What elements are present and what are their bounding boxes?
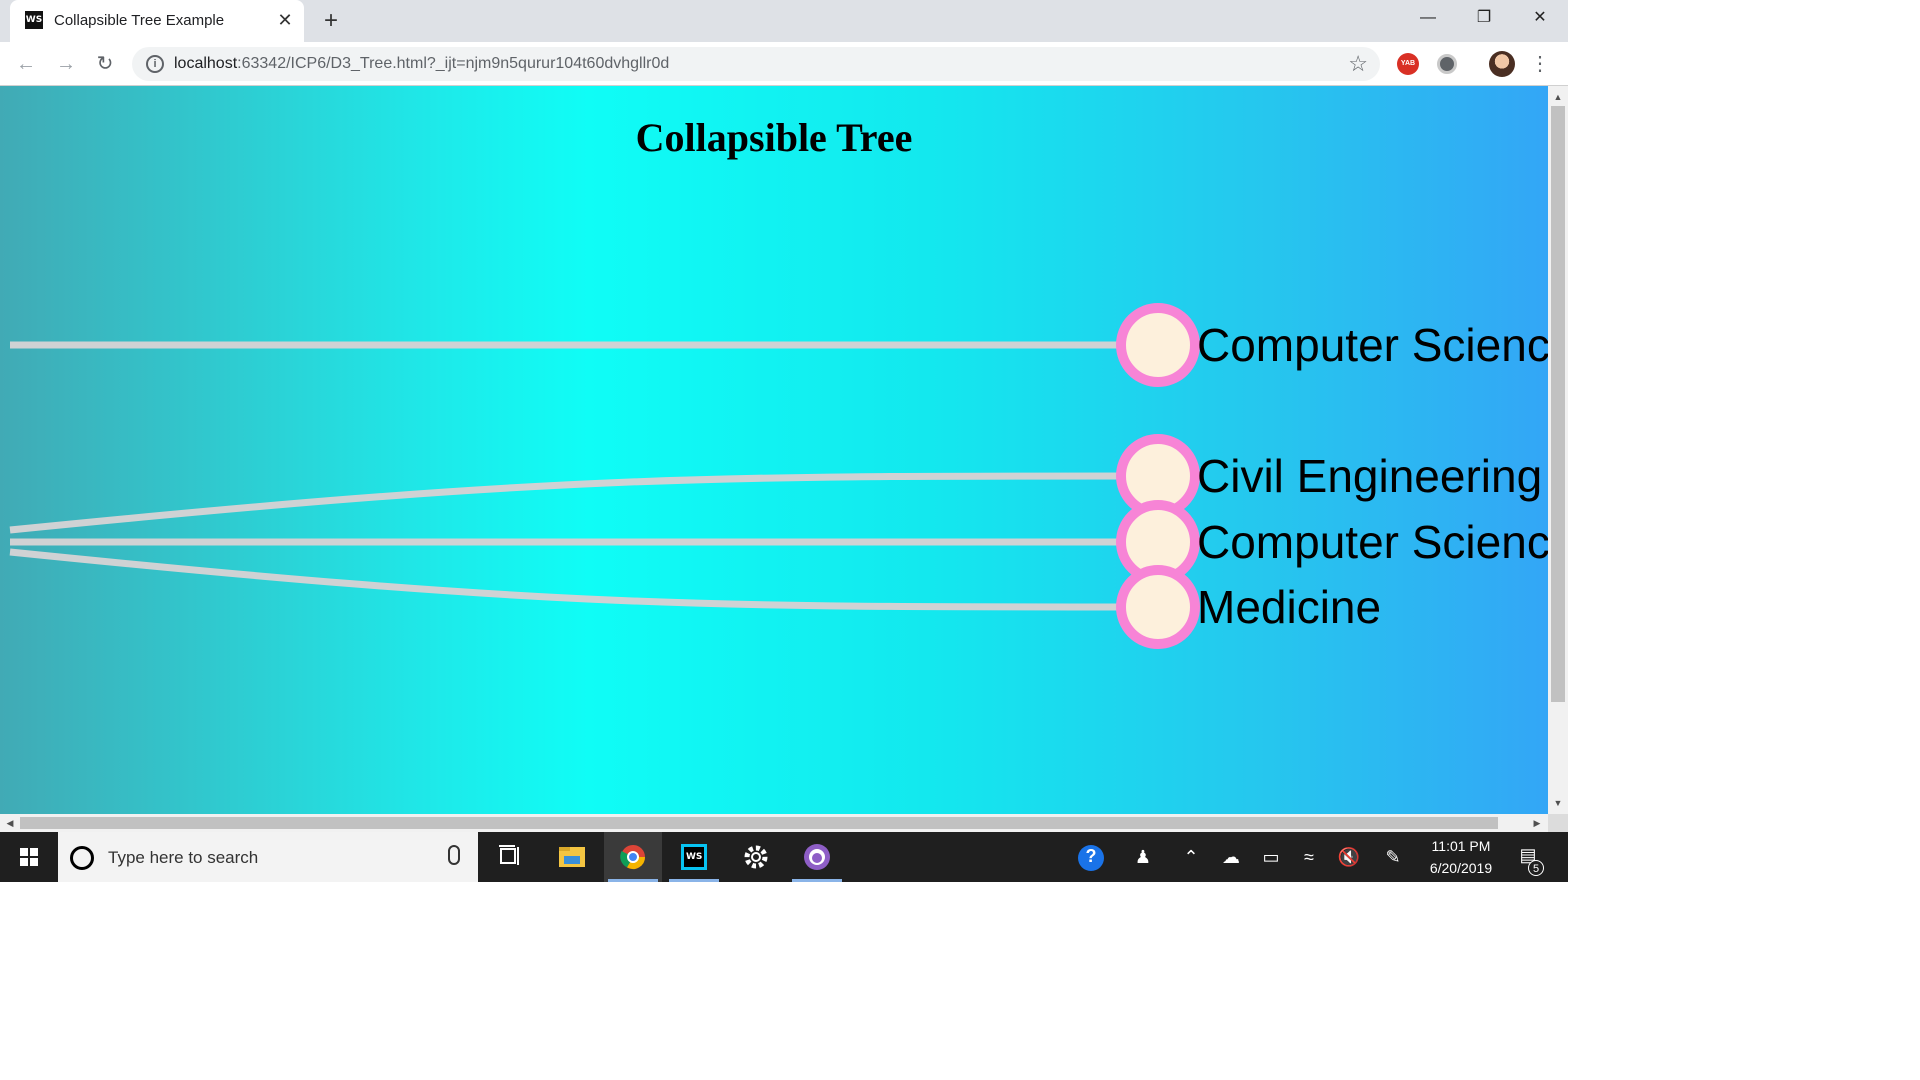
clock-date[interactable]: 6/20/2019 bbox=[1418, 860, 1504, 876]
webstorm-favicon-icon: WS bbox=[25, 11, 43, 29]
github-desktop-icon[interactable] bbox=[788, 832, 846, 882]
scrollbar-corner bbox=[1548, 814, 1568, 832]
node-label: Computer Science bbox=[1197, 516, 1548, 568]
scroll-right-arrow-icon[interactable]: ▶ bbox=[1528, 814, 1546, 832]
onedrive-cloud-icon[interactable]: ☁ bbox=[1218, 846, 1244, 868]
node-circle[interactable] bbox=[1116, 303, 1200, 387]
node-label: Computer Science bbox=[1197, 319, 1548, 371]
tree-diagram: Computer Science Civil Engineering Compu… bbox=[9, 303, 1548, 649]
start-button[interactable] bbox=[0, 832, 58, 882]
bookmark-star-icon[interactable]: ☆ bbox=[1348, 51, 1368, 77]
new-tab-button[interactable]: + bbox=[318, 8, 344, 34]
running-indicator bbox=[669, 879, 719, 882]
tab-close-icon[interactable]: ✕ bbox=[274, 9, 296, 31]
close-window-button[interactable]: ✕ bbox=[1512, 0, 1568, 36]
horizontal-scrollbar[interactable]: ◀ ▶ bbox=[0, 814, 1548, 832]
scroll-down-arrow-icon[interactable]: ▼ bbox=[1548, 794, 1568, 812]
profile-avatar[interactable] bbox=[1489, 51, 1515, 77]
wifi-icon[interactable]: ≈ bbox=[1296, 846, 1322, 868]
help-icon[interactable]: ? bbox=[1078, 845, 1104, 871]
yab-extension-icon[interactable]: YAB bbox=[1397, 53, 1419, 75]
task-view-icon[interactable] bbox=[481, 832, 539, 882]
taskbar-search-box[interactable]: Type here to search bbox=[58, 832, 478, 882]
node-circle[interactable] bbox=[1116, 565, 1200, 649]
vertical-scrollbar[interactable]: ▲ ▼ bbox=[1548, 86, 1568, 814]
settings-gear-icon[interactable] bbox=[727, 832, 785, 882]
windows-taskbar: Type here to search WS ? ♟ ⌃ ☁ ▭ ≈ 🔇 ✎ 1… bbox=[0, 832, 1568, 882]
active-indicator bbox=[608, 879, 658, 882]
browser-titlebar: WS Collapsible Tree Example ✕ + — ❐ ✕ bbox=[0, 0, 1568, 42]
microphone-icon[interactable] bbox=[448, 845, 460, 865]
tab-title: Collapsible Tree Example bbox=[54, 12, 225, 29]
search-placeholder: Type here to search bbox=[108, 848, 259, 867]
tree-node[interactable]: Medicine bbox=[1116, 565, 1381, 649]
tree-link bbox=[9, 548, 1141, 611]
browser-tab[interactable]: WS Collapsible Tree Example ✕ bbox=[10, 0, 304, 42]
browser-toolbar: ← → ↻ i localhost:63342/ICP6/D3_Tree.htm… bbox=[0, 42, 1568, 86]
page-viewport: Collapsible Tree Computer Science Civil … bbox=[0, 86, 1548, 814]
file-explorer-icon[interactable] bbox=[542, 832, 600, 882]
tree-link bbox=[9, 472, 1141, 534]
speaker-muted-icon[interactable]: 🔇 bbox=[1336, 846, 1362, 868]
node-label: Medicine bbox=[1197, 581, 1381, 633]
people-icon[interactable]: ♟ bbox=[1130, 846, 1156, 868]
forward-arrow-icon[interactable]: → bbox=[52, 51, 80, 77]
chevron-up-icon[interactable]: ⌃ bbox=[1178, 846, 1204, 868]
battery-icon[interactable]: ▭ bbox=[1258, 846, 1284, 868]
svg-text:WS: WS bbox=[686, 852, 702, 862]
running-indicator bbox=[792, 879, 842, 882]
reload-icon[interactable]: ↻ bbox=[91, 51, 119, 77]
vertical-scroll-thumb[interactable] bbox=[1551, 106, 1565, 702]
tree-node[interactable]: Computer Science bbox=[1116, 500, 1548, 584]
windows-logo-icon bbox=[20, 848, 38, 866]
horizontal-scroll-thumb[interactable] bbox=[20, 817, 1498, 829]
webstorm-taskbar-icon[interactable]: WS bbox=[665, 832, 723, 882]
restore-button[interactable]: ❐ bbox=[1456, 0, 1512, 36]
browser-menu-icon[interactable]: ⋮ bbox=[1530, 52, 1550, 76]
url-host: localhost bbox=[174, 55, 238, 72]
address-bar[interactable]: i localhost:63342/ICP6/D3_Tree.html?_ijt… bbox=[132, 47, 1380, 81]
notification-count-badge: 5 bbox=[1528, 860, 1544, 876]
node-label: Civil Engineering bbox=[1197, 450, 1542, 502]
chrome-taskbar-icon[interactable] bbox=[604, 832, 662, 882]
cortana-icon bbox=[70, 846, 94, 870]
pen-icon[interactable]: ✎ bbox=[1380, 846, 1406, 868]
url-path: :63342/ICP6/D3_Tree.html?_ijt=njm9n5quru… bbox=[237, 55, 670, 72]
scroll-left-arrow-icon[interactable]: ◀ bbox=[1, 814, 19, 832]
scroll-up-arrow-icon[interactable]: ▲ bbox=[1548, 88, 1568, 106]
back-arrow-icon[interactable]: ← bbox=[12, 51, 40, 77]
minimize-button[interactable]: — bbox=[1400, 0, 1456, 36]
clock-time[interactable]: 11:01 PM bbox=[1418, 838, 1504, 854]
tree-node[interactable]: Computer Science bbox=[1116, 303, 1548, 387]
tree-node[interactable]: Civil Engineering bbox=[1116, 434, 1542, 518]
site-info-icon[interactable]: i bbox=[146, 55, 164, 73]
url-text[interactable]: localhost:63342/ICP6/D3_Tree.html?_ijt=n… bbox=[174, 55, 669, 73]
extension-circle-icon[interactable] bbox=[1437, 54, 1457, 74]
